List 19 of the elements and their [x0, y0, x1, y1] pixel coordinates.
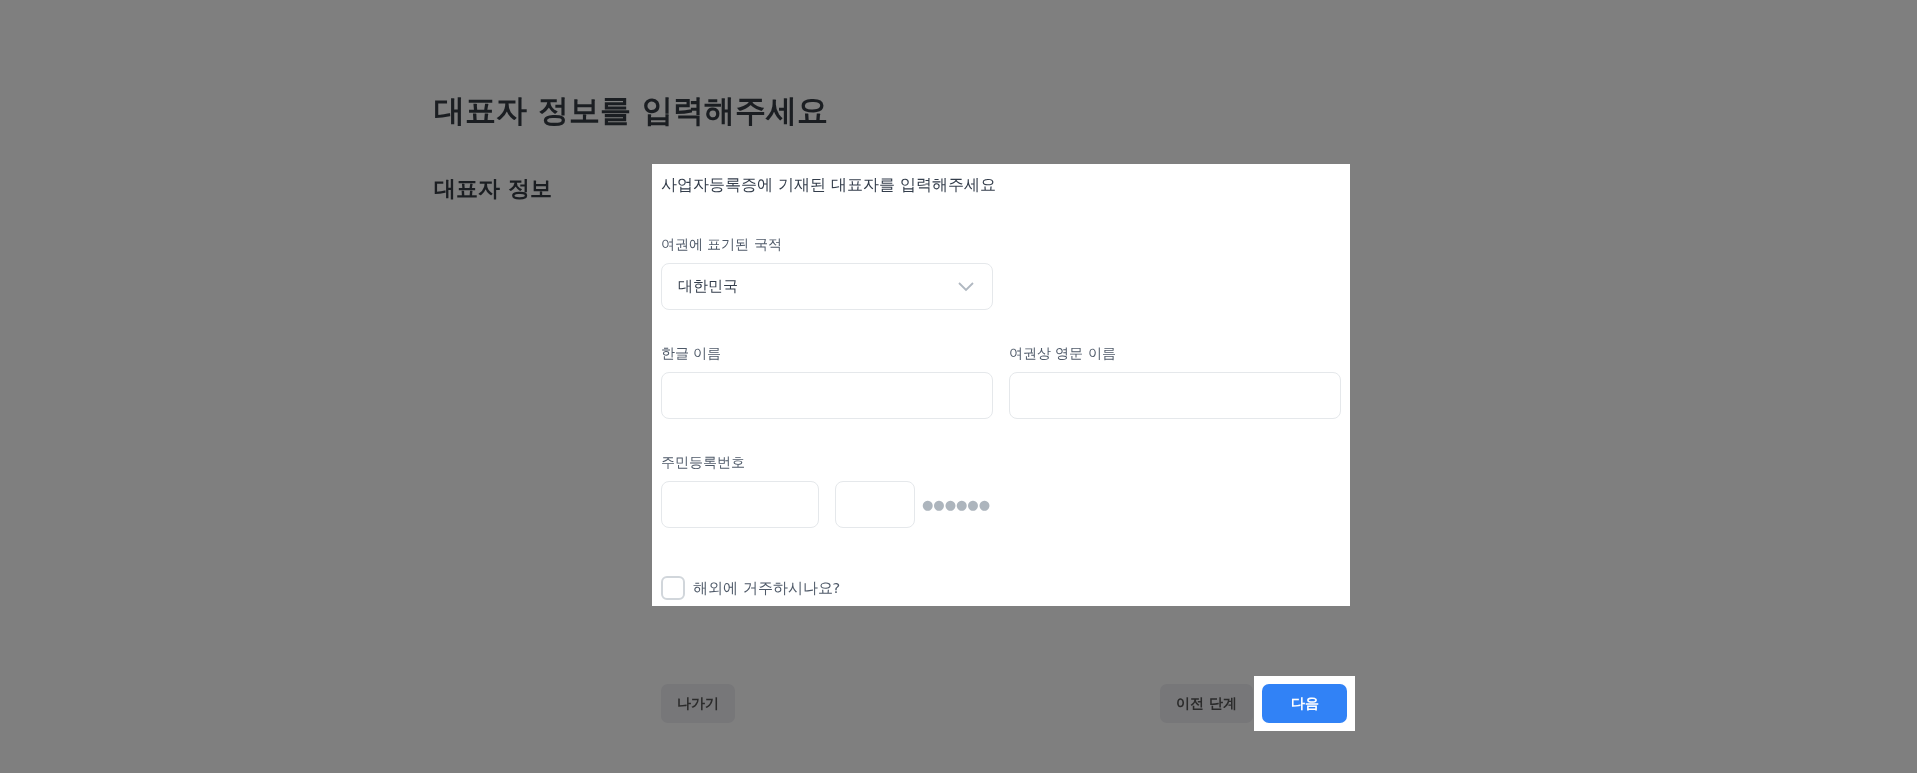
section-label: 대표자 정보	[434, 175, 553, 203]
field-label: 여권에 표기된 국적	[661, 235, 783, 254]
next-button[interactable]: 다음	[1262, 684, 1347, 723]
input-field[interactable]	[661, 481, 819, 528]
exit-button[interactable]: 나가기	[661, 684, 735, 723]
field-label: 한글 이름	[661, 344, 723, 363]
checkbox-label: 해외에 거주하시나요?	[693, 578, 841, 598]
input-field[interactable]	[661, 372, 993, 419]
checkbox[interactable]	[661, 576, 685, 600]
input-field[interactable]	[835, 481, 915, 528]
field-label: 여권상 영문 이름	[1009, 344, 1117, 363]
field-label: 주민등록번호	[661, 453, 746, 472]
masked-digits: ●●●●●●	[922, 497, 991, 512]
nationality-select[interactable]: 대한민국	[661, 263, 993, 310]
input-field[interactable]	[1009, 372, 1341, 419]
form-subtitle: 사업자등록증에 기재된 대표자를 입력해주세요	[661, 175, 997, 196]
back-button[interactable]: 이전 단계	[1160, 684, 1253, 723]
page-title: 대표자 정보를 입력해주세요	[434, 91, 829, 130]
chevron-down-icon	[958, 281, 974, 292]
